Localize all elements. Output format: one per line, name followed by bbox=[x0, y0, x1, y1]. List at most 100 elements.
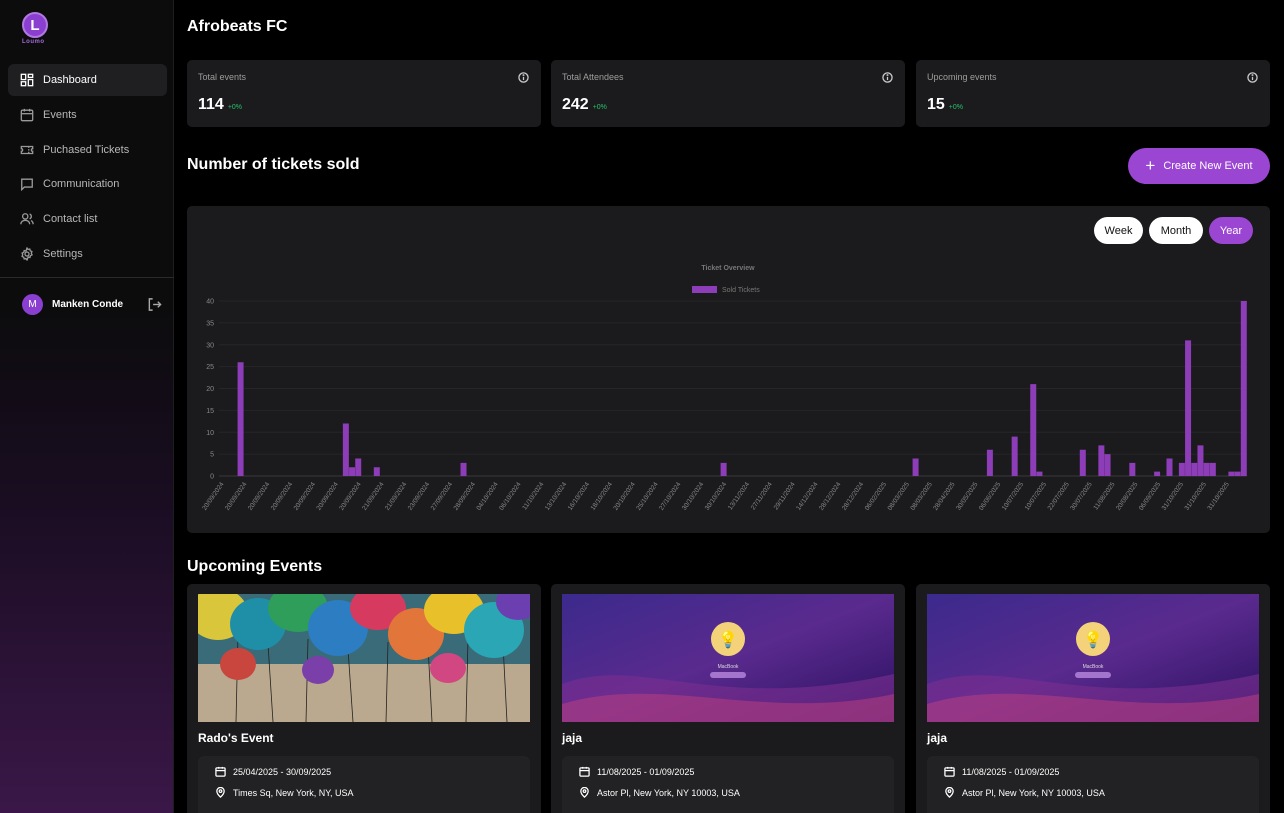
create-event-button[interactable]: + Create New Event bbox=[1128, 148, 1270, 184]
x-tick-label: 27/09/2024 bbox=[430, 481, 455, 512]
x-tick-label: 20/09/2024 bbox=[224, 481, 249, 512]
x-tick-label: 27/11/2024 bbox=[750, 481, 774, 512]
event-location-row: Times Sq, New York, NY, USA bbox=[215, 787, 354, 798]
y-tick-label: 5 bbox=[210, 452, 214, 459]
event-location: Times Sq, New York, NY, USA bbox=[233, 787, 354, 798]
sidebar-item-purchased-tickets[interactable]: Puchased Tickets bbox=[8, 134, 167, 166]
svg-text:💡: 💡 bbox=[1083, 630, 1103, 649]
x-tick-label: 06/10/2024 bbox=[498, 481, 523, 512]
event-dates-row: 25/04/2025 - 30/09/2025 bbox=[215, 766, 331, 777]
stat-card-total-events: Total events 114 +0% bbox=[187, 60, 541, 127]
x-tick-label: 20/10/2024 bbox=[612, 481, 637, 512]
sidebar-item-label: Contact list bbox=[43, 213, 98, 226]
x-tick-label: 13/11/2024 bbox=[727, 481, 751, 512]
x-tick-label: 20/09/2024 bbox=[270, 481, 295, 512]
sidebar-item-communication[interactable]: Communication bbox=[8, 168, 167, 200]
event-image: 💡 MacBook bbox=[562, 594, 894, 722]
sidebar-item-label: Settings bbox=[43, 247, 83, 260]
x-tick-label: 28/12/2024 bbox=[841, 481, 866, 512]
range-year-button[interactable]: Year bbox=[1209, 217, 1253, 244]
chart-bar bbox=[1098, 445, 1105, 477]
upcoming-section-title: Upcoming Events bbox=[187, 558, 323, 575]
chart-bar bbox=[1154, 471, 1161, 477]
y-tick-label: 30 bbox=[206, 342, 214, 349]
range-month-button[interactable]: Month bbox=[1149, 217, 1203, 244]
event-info: 11/08/2025 - 01/09/2025 Astor Pl, New Yo… bbox=[562, 756, 894, 813]
event-card[interactable]: 💡 MacBook jaja 11/08/2025 - 01/09/2025 A… bbox=[551, 584, 905, 813]
chart-bar bbox=[355, 458, 362, 476]
chart-bar bbox=[1228, 471, 1235, 477]
avatar[interactable]: M bbox=[22, 294, 43, 315]
info-icon[interactable] bbox=[882, 72, 893, 83]
stat-number: 15 bbox=[927, 96, 945, 113]
x-tick-label: 06/06/2025 bbox=[978, 481, 1003, 512]
event-dates-row: 11/08/2025 - 01/09/2025 bbox=[579, 766, 694, 777]
x-tick-label: 28/12/2024 bbox=[818, 481, 843, 512]
chart-bar bbox=[1036, 471, 1043, 477]
sidebar-item-contact-list[interactable]: Contact list bbox=[8, 203, 167, 235]
event-card[interactable]: 💡 MacBook jaja 11/08/2025 - 01/09/2025 A… bbox=[916, 584, 1270, 813]
x-tick-label: 28/04/2025 bbox=[932, 481, 957, 512]
sidebar-item-settings[interactable]: Settings bbox=[8, 238, 167, 270]
sidebar-item-dashboard[interactable]: Dashboard bbox=[8, 64, 167, 96]
x-tick-label: 20/09/2024 bbox=[315, 481, 340, 512]
sidebar-nav: Dashboard Events Puchased Tickets Commun… bbox=[8, 64, 167, 273]
chart-bar bbox=[1191, 462, 1198, 477]
sidebar-item-label: Puchased Tickets bbox=[43, 143, 130, 156]
x-tick-label: 23/09/2024 bbox=[407, 481, 432, 512]
y-tick-label: 10 bbox=[206, 430, 214, 437]
chart-bar bbox=[1178, 462, 1185, 477]
x-tick-label: 20/08/2025 bbox=[1115, 481, 1140, 512]
info-icon[interactable] bbox=[1247, 72, 1258, 83]
legend-swatch bbox=[692, 286, 717, 293]
chart-bar bbox=[1011, 436, 1018, 477]
event-card[interactable]: Rado's Event 25/04/2025 - 30/09/2025 Tim… bbox=[187, 584, 541, 813]
app-logo[interactable]: L Loumo bbox=[22, 12, 50, 45]
x-tick-label: 18/10/2024 bbox=[590, 481, 615, 512]
legend-label: Sold Tickets bbox=[722, 287, 760, 294]
chart-bar bbox=[237, 362, 244, 476]
x-tick-label: 06/09/2025 bbox=[1138, 481, 1163, 512]
location-pin-icon bbox=[216, 787, 225, 798]
info-icon[interactable] bbox=[518, 72, 529, 83]
y-tick-label: 25 bbox=[206, 364, 214, 371]
calendar-icon bbox=[215, 766, 226, 777]
chart-bar bbox=[1079, 449, 1086, 476]
logout-icon[interactable] bbox=[147, 297, 162, 312]
x-tick-label: 28/09/2024 bbox=[453, 481, 478, 512]
chart-bar bbox=[1129, 462, 1136, 477]
x-tick-label: 10/07/2025 bbox=[1024, 481, 1049, 512]
x-tick-label: 21/09/2024 bbox=[384, 481, 409, 512]
user-name: Manken Conde bbox=[52, 299, 124, 310]
page-title: Afrobeats FC bbox=[187, 18, 288, 35]
event-info: 25/04/2025 - 30/09/2025 Times Sq, New Yo… bbox=[198, 756, 530, 813]
x-tick-label: 25/10/2024 bbox=[635, 481, 660, 512]
chart-bar bbox=[1030, 384, 1037, 477]
sidebar-item-label: Dashboard bbox=[43, 74, 97, 86]
chart-bar bbox=[720, 462, 727, 477]
sidebar-item-label: Communication bbox=[43, 178, 120, 191]
event-image: 💡 MacBook bbox=[927, 594, 1259, 722]
x-tick-label: 11/10/2024 bbox=[521, 481, 545, 512]
user-profile: M Manken Conde bbox=[22, 294, 162, 315]
x-tick-label: 20/09/2024 bbox=[247, 481, 272, 512]
chart-bar bbox=[1240, 301, 1247, 476]
x-tick-label: 11/08/2025 bbox=[1092, 481, 1116, 512]
chart-bar bbox=[1209, 462, 1216, 477]
chart-bar bbox=[373, 467, 380, 476]
x-tick-label: 08/03/2025 bbox=[887, 481, 912, 512]
range-week-button[interactable]: Week bbox=[1094, 217, 1143, 244]
stat-delta: +0% bbox=[948, 104, 964, 111]
x-tick-label: 30/10/2024 bbox=[704, 481, 729, 512]
chart-bar bbox=[912, 458, 919, 476]
ticket-icon bbox=[20, 145, 34, 154]
sidebar: L Loumo Dashboard Events Puchased Ticket… bbox=[0, 0, 174, 813]
x-tick-label: 30/10/2024 bbox=[681, 481, 706, 512]
tickets-section-title: Number of tickets sold bbox=[187, 156, 360, 173]
y-tick-label: 40 bbox=[206, 299, 214, 306]
sidebar-item-events[interactable]: Events bbox=[8, 99, 167, 131]
chart-bar bbox=[1185, 340, 1192, 477]
plus-icon: + bbox=[1145, 155, 1156, 175]
stat-delta: +0% bbox=[592, 104, 607, 111]
x-tick-label: 10/07/2025 bbox=[1001, 481, 1026, 512]
